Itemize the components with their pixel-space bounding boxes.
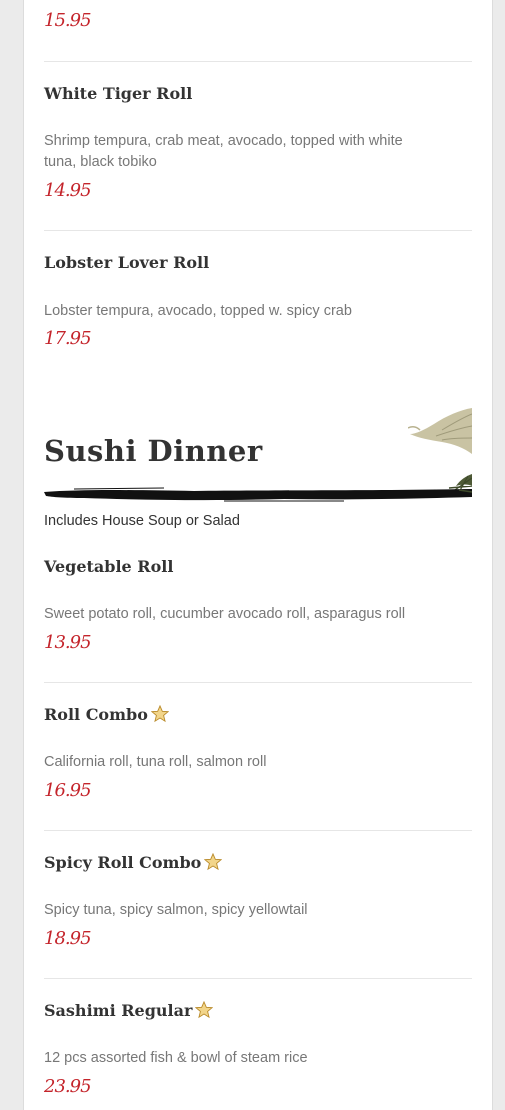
item-price: 13.95 [44, 632, 92, 653]
divider [44, 61, 472, 62]
item-description: Shrimp tempura, crab meat, avocado, topp… [44, 133, 403, 170]
item-name[interactable]: White Tiger Roll [44, 84, 192, 103]
item-name-label: Vegetable Roll [44, 557, 174, 576]
item-description: Spicy tuna, spicy salmon, spicy yellowta… [44, 902, 308, 918]
item-name[interactable]: Sashimi Regular [44, 1001, 214, 1020]
item-price: 16.95 [44, 780, 92, 801]
item-price: 18.95 [44, 928, 92, 949]
item-name[interactable]: Spicy Roll Combo [44, 853, 223, 872]
item-price: 14.95 [44, 180, 92, 201]
star-icon [195, 1001, 214, 1019]
item-name[interactable]: Lobster Lover Roll [44, 253, 209, 272]
item-name-label: Spicy Roll Combo [44, 853, 202, 872]
star-icon [204, 853, 223, 871]
divider [44, 978, 472, 979]
brush-stroke [44, 486, 472, 502]
item-name[interactable]: Vegetable Roll [44, 557, 173, 576]
item-price: 15.95 [44, 10, 92, 31]
item-price: 23.95 [44, 1076, 92, 1097]
item-price: 17.95 [44, 328, 92, 349]
item-description: 12 pcs assorted fish & bowl of steam ric… [44, 1050, 308, 1066]
item-description: California roll, tuna roll, salmon roll [44, 754, 267, 770]
bamboo-leaf-icon [408, 408, 472, 495]
divider [44, 830, 472, 831]
section-title: Sushi Dinner [44, 434, 263, 468]
star-icon [150, 705, 169, 723]
item-description: Lobster tempura, avocado, topped w. spic… [44, 303, 352, 319]
item-name[interactable]: Roll Combo [44, 705, 169, 724]
divider [44, 682, 472, 683]
divider [44, 230, 472, 231]
item-description: Sweet potato roll, cucumber avocado roll… [44, 606, 406, 622]
item-name-label: Sashimi Regular [44, 1001, 193, 1020]
item-name-label: Roll Combo [44, 705, 148, 724]
section-note: Includes House Soup or Salad [44, 513, 240, 529]
